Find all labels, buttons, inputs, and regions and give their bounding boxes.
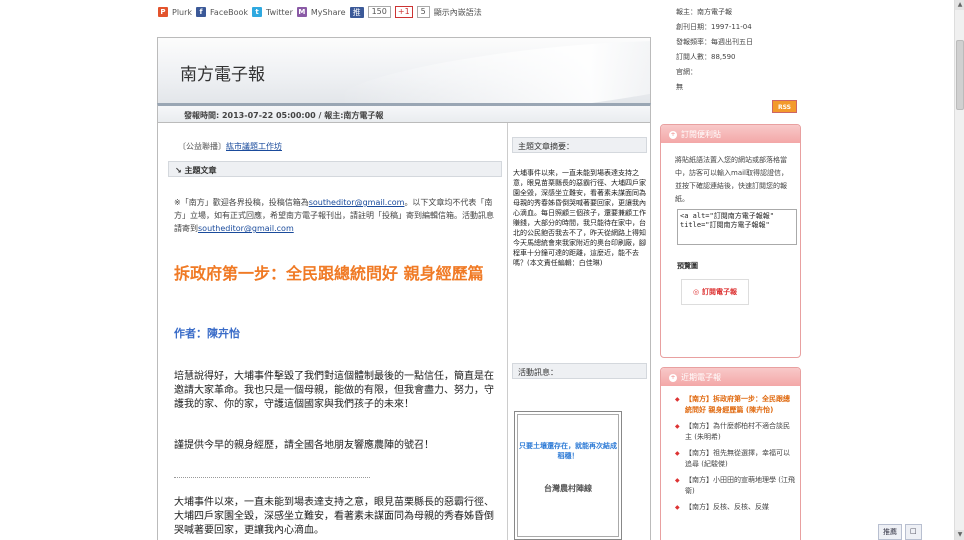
events-header: 活動訊息： — [512, 363, 647, 379]
page-header: 南方電子報 — [157, 37, 651, 103]
promo-slogan: 只要土壤還存在，就能再次結成稻穗！ — [519, 442, 617, 460]
recent-list: 【南方】拆政府第一步：全民跟總統問好 親身經歷篇 (陳卉怡) 【南方】為什麼郝柏… — [661, 386, 800, 513]
article-paragraph: 謹提供今早的親身經歷，請全國各地朋友響應農陣的號召！ — [174, 440, 434, 451]
facebook-icon[interactable]: f — [196, 7, 207, 17]
plus-icon: + — [669, 373, 677, 382]
meta-website-value: 無 — [676, 83, 683, 91]
embed-code-link[interactable]: 顯示內嵌語法 — [434, 7, 482, 18]
article-paragraph: 大埔事件以來，一直未能到場表達支持之意，眼見苗栗縣長的惡霸行徑、大埔四戶家園全毀… — [174, 497, 494, 536]
bottom-share: 推薦 □ — [878, 524, 922, 540]
header-decoration — [336, 38, 650, 103]
summary-column: 主題文章摘要： 大埔事件以來，一直未能到場表達支持之意，眼見苗栗縣長的惡霸行徑、… — [507, 123, 651, 540]
recent-item[interactable]: 【南方】小田田的宣萌地理學 (江飛衛) — [675, 475, 796, 497]
subscribe-header: + 訂閱便利貼 — [661, 125, 800, 143]
newsletter-meta: 報主：南方電子報 創刊日期：1997-11-04 發報頻率：每週出刊五日 訂閱人… — [676, 5, 753, 95]
promo-inner: 只要土壤還存在，就能再次結成稻穗！ 台灣農村陣線 — [517, 414, 619, 537]
event-promo-banner[interactable]: 只要土壤還存在，就能再次結成稻穗！ 台灣農村陣線 — [514, 411, 622, 540]
badge-text: 訂閱電子報 — [702, 288, 738, 296]
meta-frequency: 發報頻率：每週出刊五日 — [676, 38, 753, 46]
myshare-icon[interactable]: M — [296, 7, 307, 17]
subscribe-title: 訂閱便利貼 — [681, 130, 721, 139]
twitter-icon[interactable]: t — [252, 7, 263, 17]
social-share-bar: P Plurk f FaceBook t Twitter M MyShare 推… — [158, 5, 482, 19]
ad-link[interactable]: 紘市議題工作坊 — [226, 142, 282, 151]
meta-owner: 報主：南方電子報 — [676, 8, 732, 16]
scroll-down-icon[interactable]: ▼ — [955, 530, 964, 540]
badge-icon: ◎ — [692, 288, 700, 296]
main-content: 〔公益聯播〕紘市議題工作坊 ↘ 主題文章 ※「南方」歡迎各界投稿，投稿信箱為so… — [157, 123, 507, 540]
recent-item[interactable]: 【南方】祖先無從選擇，幸福可以追尋 (紀駿傑) — [675, 448, 796, 470]
recent-item[interactable]: 【南方】拆政府第一步：全民跟總統問好 親身經歷篇 (陳卉怡) — [675, 394, 796, 416]
intro-text-1: ※「南方」歡迎各界投稿，投稿信箱為 — [174, 198, 309, 207]
meta-subscribers: 訂閱人數：88,590 — [676, 53, 736, 61]
ad-line: 〔公益聯播〕紘市議題工作坊 — [178, 141, 282, 152]
facebook-link[interactable]: FaceBook — [210, 8, 248, 17]
article-title: 拆政府第一步：全民跟總統問好 親身經歷篇 — [174, 264, 484, 283]
plurk-icon[interactable]: P — [158, 7, 168, 17]
site-title: 南方電子報 — [180, 65, 265, 85]
scroll-thumb[interactable] — [956, 40, 964, 110]
recent-newsletters-widget: + 近期電子報 【南方】拆政府第一步：全民跟總統問好 親身經歷篇 (陳卉怡) 【南… — [660, 367, 801, 540]
subscribe-widget: + 訂閱便利貼 將貼紙語法置入您的網站或部落格當中，訪客可以輸入mail取得認證信… — [660, 124, 801, 358]
subscribe-description: 將貼紙語法置入您的網站或部落格當中，訪客可以輸入mail取得認證信，並按下確認連… — [675, 156, 788, 203]
meta-website-label: 官網： — [676, 68, 697, 76]
vertical-scrollbar[interactable]: ▲ ▼ — [954, 0, 964, 540]
preview-label: 預覽圖 — [677, 262, 698, 270]
divider — [174, 477, 370, 478]
recommend-button[interactable]: 推薦 — [878, 524, 902, 540]
gplus-count: 5 — [416, 6, 430, 18]
square-button[interactable]: □ — [905, 524, 922, 540]
topic-header: ↘ 主題文章 — [168, 161, 502, 177]
twitter-link[interactable]: Twitter — [266, 8, 293, 17]
article-paragraph: 培慧說得好，大埔事件擊毀了我們對這個體制最後的一點信任，簡直是在邀請大家革命。我… — [174, 371, 494, 410]
push-button[interactable]: 推 — [349, 6, 364, 18]
recent-title: 近期電子報 — [681, 373, 721, 382]
push-count: 150 — [367, 6, 391, 18]
recent-item[interactable]: 【南方】為什麼郝柏村不適合談民主 (朱明希) — [675, 421, 796, 443]
intro-email-link-2[interactable]: southeditor@gmail.com — [198, 224, 294, 233]
topic-arrow-icon: ↘ — [175, 166, 185, 175]
plus-icon: + — [669, 130, 677, 139]
summary-header: 主題文章摘要： — [512, 137, 647, 153]
meta-founded: 創刊日期：1997-11-04 — [676, 23, 752, 31]
recent-item[interactable]: 【南方】反核、反核、反媒 — [675, 502, 796, 513]
subscribe-badge[interactable]: ◎ 訂閱電子報 — [681, 279, 749, 305]
subscribe-code-field[interactable]: <a alt="訂閱南方電子報報" title="訂閱南方電子報報" — [677, 209, 797, 245]
plurk-link[interactable]: Plurk — [172, 8, 192, 17]
article-author: 作者：陳卉怡 — [174, 327, 240, 340]
topic-label: 主題文章 — [184, 166, 217, 175]
intro-notice: ※「南方」歡迎各界投稿，投稿信箱為southeditor@gmail.com。以… — [174, 196, 498, 235]
myshare-link[interactable]: MyShare — [311, 8, 346, 17]
recent-header: + 近期電子報 — [661, 368, 800, 386]
dateline: 發報時間: 2013-07-22 05:00:00 / 報主:南方電子報 — [157, 103, 651, 123]
ad-prefix: 〔公益聯播〕 — [178, 142, 226, 151]
intro-email-link-1[interactable]: southeditor@gmail.com — [309, 198, 405, 207]
gplus-button[interactable]: +1 — [394, 6, 413, 18]
summary-text: 大埔事件以來，一直未能到場表達支持之意，眼見苗栗縣長的惡霸行徑、大埔四戶家園全毀… — [513, 169, 646, 267]
right-sidebar: 報主：南方電子報 創刊日期：1997-11-04 發報頻率：每週出刊五日 訂閱人… — [660, 0, 801, 540]
scroll-up-icon[interactable]: ▲ — [955, 0, 964, 10]
promo-org: 台灣農村陣線 — [544, 484, 592, 493]
rss-icon[interactable]: RSS — [772, 100, 797, 113]
